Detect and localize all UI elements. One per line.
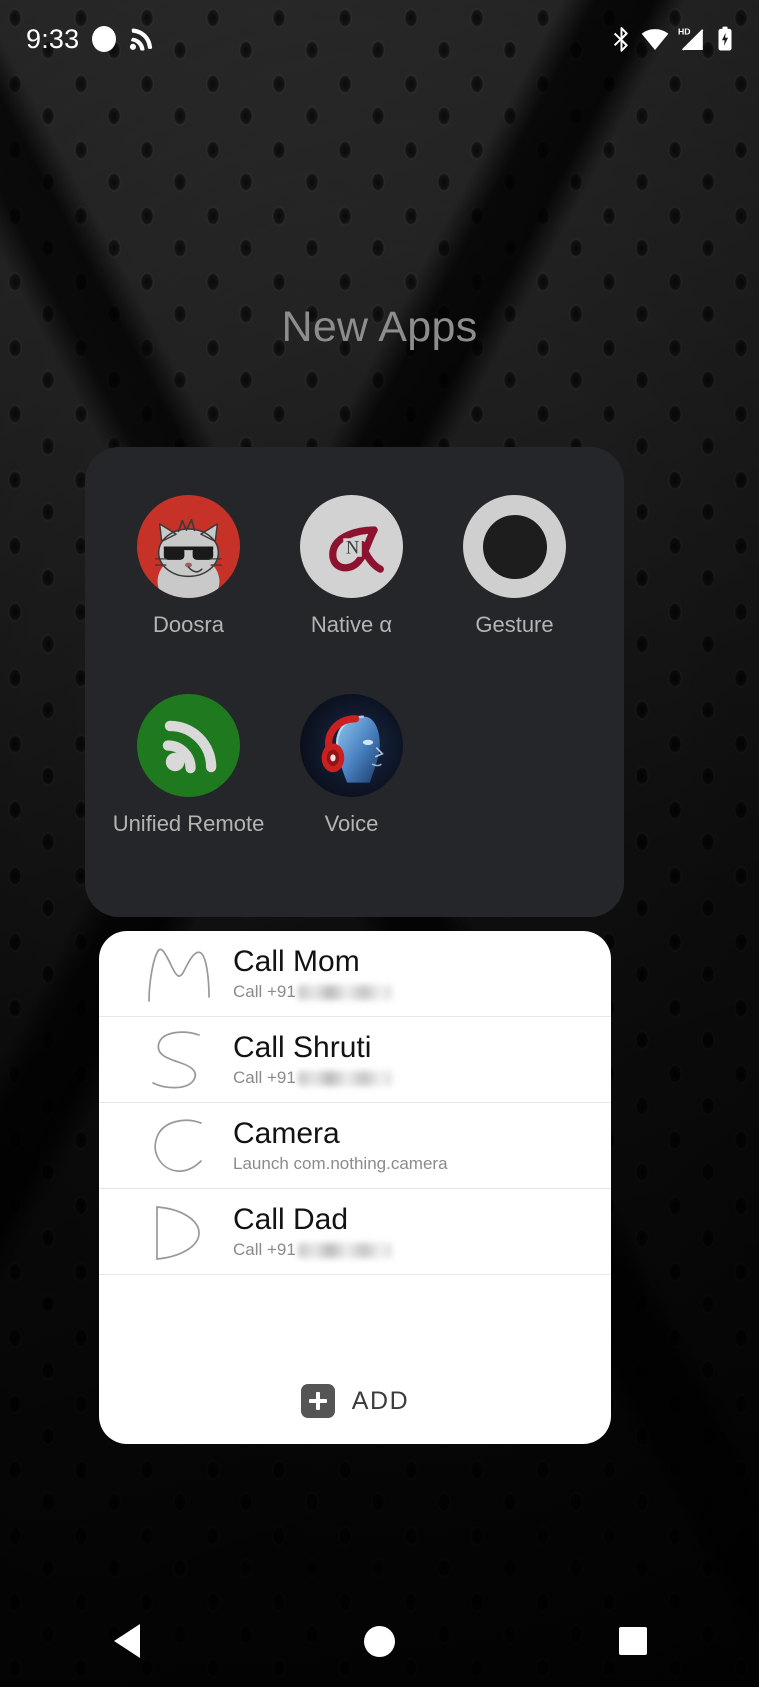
phone-screen: 9:33 HD New Apps Doosra N Native α Gestu… xyxy=(0,0,759,1687)
nav-home-button[interactable] xyxy=(325,1611,435,1671)
app-label: Voice xyxy=(324,811,379,836)
add-shortcut-button[interactable]: ADD xyxy=(99,1358,611,1444)
voice-app-icon[interactable] xyxy=(300,694,403,797)
gesture-glyph-m-icon xyxy=(131,939,229,1009)
list-item-subtitle-text: Call +91 xyxy=(233,982,296,1002)
list-item[interactable]: Call Shruti Call +91 xyxy=(99,1017,611,1103)
recents-square-icon xyxy=(618,1627,647,1655)
status-bar-right: HD xyxy=(611,26,733,52)
list-item-subtitle-text: Call +91 xyxy=(233,1068,296,1088)
folder-panel: Doosra N Native α Gesture Unified Remote… xyxy=(85,447,624,917)
list-item-subtitle-text: Launch com.nothing.camera xyxy=(233,1154,448,1174)
gesture-list: Call Mom Call +91 Call Shruti Call +91 C… xyxy=(99,931,611,1275)
doosra-app-icon[interactable] xyxy=(137,495,240,598)
record-dot-icon xyxy=(92,26,117,52)
gesture-glyph-d-icon xyxy=(131,1197,229,1267)
list-item-subtitle: Call +91 xyxy=(233,1069,392,1088)
svg-text:N: N xyxy=(346,538,359,559)
back-triangle-icon xyxy=(113,1624,140,1658)
list-item-text: Call Dad Call +91 xyxy=(229,1203,392,1260)
home-circle-icon xyxy=(364,1625,395,1657)
list-item[interactable]: Call Dad Call +91 xyxy=(99,1189,611,1275)
app-label: Unified Remote xyxy=(112,811,265,836)
battery-charging-icon xyxy=(718,26,732,51)
list-item-title: Call Mom xyxy=(233,944,360,978)
list-item-title: Call Shruti xyxy=(233,1030,372,1064)
list-item[interactable]: Camera Launch com.nothing.camera xyxy=(99,1103,611,1189)
app-item-gesture[interactable]: Gesture xyxy=(463,495,566,638)
list-item-subtitle: Launch com.nothing.camera xyxy=(233,1155,448,1174)
cast-icon xyxy=(130,28,153,51)
list-item[interactable]: Call Mom Call +91 xyxy=(99,931,611,1017)
app-item-doosra[interactable]: Doosra xyxy=(137,495,240,638)
svg-text:HD: HD xyxy=(678,26,690,36)
list-item-title: Call Dad xyxy=(233,1202,349,1236)
gesture-app-icon[interactable] xyxy=(463,495,566,598)
app-label: Native α xyxy=(310,612,393,637)
list-item-text: Call Shruti Call +91 xyxy=(229,1031,392,1088)
list-item-text: Camera Launch com.nothing.camera xyxy=(229,1117,448,1174)
card-empty-space xyxy=(99,1275,611,1358)
nav-back-button[interactable] xyxy=(72,1611,182,1671)
status-clock: 9:33 xyxy=(26,23,80,54)
folder-title: New Apps xyxy=(281,303,478,351)
list-item-subtitle: Call +91 xyxy=(233,1241,392,1260)
redacted-phone-number xyxy=(297,1071,392,1087)
app-label: Gesture xyxy=(475,612,554,637)
gesture-glyph-s-icon xyxy=(131,1025,229,1095)
unified-remote-app-icon[interactable] xyxy=(137,694,240,797)
app-item-unified-remote[interactable]: Unified Remote xyxy=(113,694,264,837)
redacted-phone-number xyxy=(297,985,392,1001)
app-label: Doosra xyxy=(153,612,224,637)
status-bar[interactable]: 9:33 HD xyxy=(0,0,759,78)
nav-recents-button[interactable] xyxy=(578,1611,688,1671)
plus-icon xyxy=(300,1384,335,1418)
redacted-phone-number xyxy=(297,1243,392,1259)
add-button-label: ADD xyxy=(351,1386,410,1415)
cellular-signal-icon: HD xyxy=(678,26,704,51)
native-alpha-app-icon[interactable]: N xyxy=(300,495,403,598)
gesture-glyph-c-icon xyxy=(131,1111,229,1181)
bluetooth-icon xyxy=(613,26,628,52)
gesture-shortcuts-card: Call Mom Call +91 Call Shruti Call +91 C… xyxy=(99,931,611,1444)
navigation-bar xyxy=(0,1595,759,1687)
list-item-subtitle: Call +91 xyxy=(233,983,392,1002)
app-row: Doosra N Native α Gesture xyxy=(85,495,624,638)
status-bar-left: 9:33 xyxy=(26,24,159,55)
list-item-subtitle-text: Call +91 xyxy=(233,1240,296,1260)
app-row: Unified Remote Voice xyxy=(85,694,624,837)
list-item-text: Call Mom Call +91 xyxy=(229,945,392,1002)
list-item-title: Camera xyxy=(233,1116,340,1150)
wifi-icon xyxy=(641,28,669,50)
app-item-voice[interactable]: Voice xyxy=(300,694,403,837)
app-item-native-alpha[interactable]: N Native α xyxy=(300,495,403,638)
